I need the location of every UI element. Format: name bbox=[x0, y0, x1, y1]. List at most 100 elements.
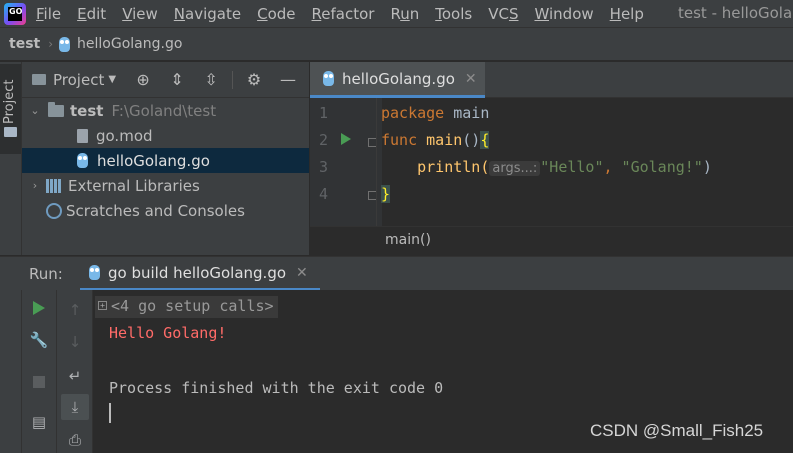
run-panel-header: Run: go build helloGolang.go ✕ bbox=[0, 256, 793, 291]
left-tool-strip: Project bbox=[0, 62, 22, 255]
go-file-icon bbox=[77, 153, 88, 168]
print-icon[interactable]: ⎙ bbox=[65, 430, 85, 450]
editor-gutter: 1 2 3 4 bbox=[310, 98, 382, 226]
tree-item-label: External Libraries bbox=[68, 176, 200, 195]
folder-icon bbox=[32, 74, 46, 85]
expand-all-icon[interactable]: ⇕ bbox=[168, 70, 186, 89]
gear-icon[interactable]: ⚙ bbox=[245, 70, 263, 89]
project-tool-label: Project bbox=[2, 79, 17, 124]
gutter-divider bbox=[376, 98, 377, 226]
run-label: Run: bbox=[29, 264, 63, 283]
line-number: 4 bbox=[318, 185, 328, 203]
run-tab-label: go build helloGolang.go bbox=[108, 263, 287, 282]
root-folder-name: test bbox=[70, 101, 104, 120]
tree-item-hellogolang[interactable]: helloGolang.go bbox=[22, 148, 309, 173]
menu-item[interactable]: Help bbox=[610, 5, 644, 23]
chevron-down-icon: ▼ bbox=[108, 74, 117, 85]
folder-icon bbox=[48, 101, 64, 117]
editor: helloGolang.go ✕ 1 2 3 4 package main fu… bbox=[310, 62, 793, 255]
setup-calls-fold[interactable]: + <4 go setup calls> bbox=[95, 296, 278, 318]
menu-item[interactable]: Edit bbox=[77, 5, 106, 23]
console-exit-message: Process finished with the exit code 0 bbox=[109, 379, 444, 397]
project-tool-tab[interactable]: Project bbox=[0, 64, 21, 154]
code-line-1: package main bbox=[381, 104, 490, 122]
code-line-2: func main(){ bbox=[381, 131, 490, 149]
collapse-all-icon[interactable]: ⇳ bbox=[202, 70, 220, 89]
tree-item-label: helloGolang.go bbox=[97, 151, 210, 170]
menu-item[interactable]: Window bbox=[534, 5, 593, 23]
menu-item[interactable]: Code bbox=[257, 5, 295, 23]
run-toolbar-secondary: ↑ ↓ ↵ ⤓ ⎙ bbox=[57, 290, 93, 453]
rerun-button[interactable] bbox=[29, 298, 49, 318]
tree-item-external-libraries[interactable]: › External Libraries bbox=[22, 173, 309, 198]
scratches-icon bbox=[46, 202, 62, 219]
library-icon bbox=[46, 178, 62, 193]
menu-items: File Edit View Navigate Code Refactor Run Tools… bbox=[36, 5, 660, 23]
tree-item-go-mod[interactable]: go.mod bbox=[22, 123, 309, 148]
root-folder-path: F:\Goland\test bbox=[111, 101, 217, 120]
code-area[interactable]: 1 2 3 4 package main func main(){ printl… bbox=[310, 98, 793, 226]
arrow-down-icon[interactable]: ↓ bbox=[65, 332, 85, 352]
tree-item-label: Scratches and Consoles bbox=[66, 201, 245, 220]
project-panel: Project ▼ ⊕ ⇕ ⇳ ⚙ — ⌄ test F:\Goland\tes… bbox=[22, 62, 309, 255]
tree-item-label: go.mod bbox=[96, 126, 153, 145]
menu-item[interactable]: Navigate bbox=[174, 5, 241, 23]
project-view-selector[interactable]: Project ▼ bbox=[32, 71, 116, 89]
play-icon bbox=[33, 301, 45, 315]
line-number: 1 bbox=[318, 104, 328, 122]
left-tool-strip-bottom bbox=[0, 290, 22, 453]
watermark: CSDN @Small_Fish25 bbox=[590, 421, 764, 440]
close-icon[interactable]: ✕ bbox=[296, 265, 308, 281]
menu-item[interactable]: View bbox=[122, 5, 158, 23]
file-icon bbox=[77, 128, 88, 143]
locate-icon[interactable]: ⊕ bbox=[134, 70, 152, 89]
editor-breadcrumb-bar: main() bbox=[310, 226, 793, 255]
text-cursor bbox=[109, 403, 111, 423]
layout-icon[interactable]: ▤ bbox=[29, 412, 49, 432]
code-line-4: } bbox=[381, 185, 391, 203]
editor-breadcrumb[interactable]: main() bbox=[385, 232, 431, 248]
project-view-label: Project bbox=[53, 70, 105, 89]
menu-item[interactable]: VCS bbox=[488, 5, 518, 23]
go-file-icon bbox=[323, 71, 334, 86]
menu-item[interactable]: Run bbox=[390, 5, 419, 23]
navigation-bar: test › helloGolang.go bbox=[0, 27, 793, 61]
folder-icon bbox=[4, 127, 17, 137]
stop-button[interactable] bbox=[29, 372, 49, 392]
tree-item-scratches[interactable]: Scratches and Consoles bbox=[22, 198, 309, 223]
window-title: test - helloGolan bbox=[678, 4, 793, 22]
minimize-icon[interactable]: — bbox=[279, 70, 297, 89]
run-gutter-icon[interactable] bbox=[341, 133, 351, 145]
editor-tab-hellogolang[interactable]: helloGolang.go ✕ bbox=[310, 62, 485, 98]
tree-item-root[interactable]: ⌄ test F:\Goland\test bbox=[22, 98, 309, 123]
menu-item[interactable]: Refactor bbox=[312, 5, 375, 23]
chevron-right-icon[interactable]: › bbox=[28, 179, 42, 192]
close-icon[interactable]: ✕ bbox=[465, 71, 477, 87]
stop-icon bbox=[33, 376, 45, 388]
chevron-down-icon[interactable]: ⌄ bbox=[28, 104, 42, 117]
parameter-hint: args...: bbox=[489, 161, 541, 176]
arrow-up-icon[interactable]: ↑ bbox=[65, 300, 85, 320]
expand-icon[interactable]: + bbox=[98, 301, 107, 310]
scroll-to-end-icon[interactable]: ⤓ bbox=[61, 394, 89, 420]
goland-logo-icon[interactable]: GO bbox=[4, 2, 26, 25]
code-line-3: println(args...: "Hello", "Golang!") bbox=[417, 158, 712, 176]
soft-wrap-icon[interactable]: ↵ bbox=[65, 366, 85, 386]
project-tree: ⌄ test F:\Goland\test go.mod helloGolang… bbox=[22, 98, 309, 223]
line-number: 3 bbox=[318, 158, 328, 176]
run-tab[interactable]: go build helloGolang.go ✕ bbox=[80, 257, 320, 291]
go-file-icon bbox=[89, 265, 100, 280]
menu-item[interactable]: File bbox=[36, 5, 61, 23]
go-file-icon bbox=[59, 36, 71, 52]
console-output-line: Hello Golang! bbox=[109, 324, 227, 342]
menu-bar: GO File Edit View Navigate Code Refactor Run To… bbox=[0, 0, 793, 27]
wrench-icon[interactable]: 🔧 bbox=[29, 330, 49, 350]
breadcrumb-project[interactable]: test bbox=[9, 36, 40, 52]
project-panel-header: Project ▼ ⊕ ⇕ ⇳ ⚙ — bbox=[22, 62, 309, 98]
editor-tab-label: helloGolang.go bbox=[342, 69, 455, 88]
menu-item[interactable]: Tools bbox=[435, 5, 472, 23]
breadcrumb-file[interactable]: helloGolang.go bbox=[77, 36, 182, 52]
header-divider bbox=[232, 70, 234, 89]
editor-tab-bar: helloGolang.go ✕ bbox=[310, 62, 793, 98]
line-number: 2 bbox=[318, 131, 328, 149]
